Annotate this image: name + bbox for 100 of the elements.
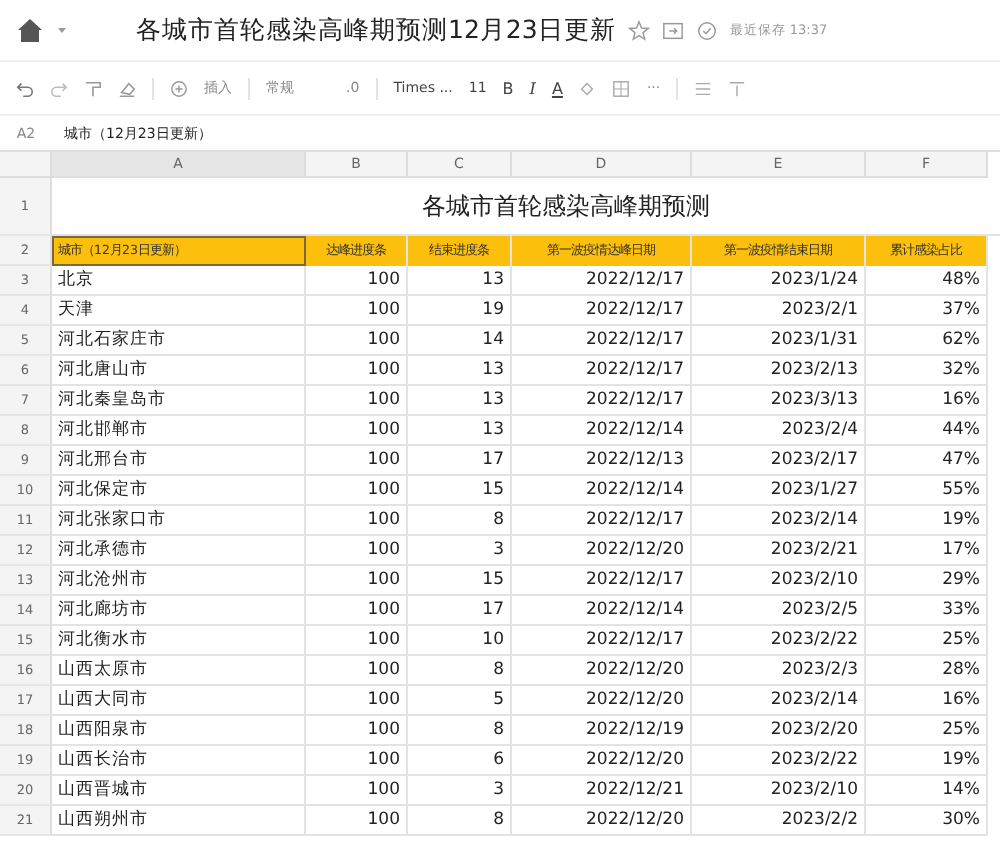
table-cell: 2023/2/14 xyxy=(692,686,866,716)
table-cell: 2022/12/17 xyxy=(512,296,692,326)
table-cell: 17 xyxy=(408,446,512,476)
move-icon[interactable] xyxy=(661,19,684,41)
table-cell: 15 xyxy=(408,566,512,596)
table-cell: 2023/2/14 xyxy=(692,506,866,536)
table-cell: 15 xyxy=(408,476,512,506)
vertical-align-icon[interactable] xyxy=(728,79,747,97)
table-cell: 2023/1/24 xyxy=(692,266,866,296)
home-icon[interactable] xyxy=(16,16,44,44)
caret-icon[interactable] xyxy=(56,24,68,36)
table-cell: 100 xyxy=(306,416,408,446)
table-cell: 2022/12/17 xyxy=(512,506,692,536)
table-cell: 2022/12/14 xyxy=(512,476,692,506)
table-cell: 2022/12/17 xyxy=(512,356,692,386)
table-cell: 河北唐山市 xyxy=(52,356,306,386)
table-cell: 10 xyxy=(408,626,512,656)
table-cell: 2023/2/13 xyxy=(692,356,866,386)
table-cell: 北京 xyxy=(52,266,306,296)
format-painter-icon[interactable] xyxy=(84,79,102,97)
italic-button[interactable]: I xyxy=(529,79,536,97)
table-cell: 2023/2/17 xyxy=(692,446,866,476)
table-cell: 2023/2/4 xyxy=(692,416,866,446)
table-cell: 山西朔州市 xyxy=(52,806,306,836)
saved-check-icon xyxy=(695,19,718,41)
table-cell: 100 xyxy=(306,746,408,776)
table-cell: 2022/12/20 xyxy=(512,806,692,836)
table-cell: 100 xyxy=(306,446,408,476)
table-cell: 2023/3/13 xyxy=(692,386,866,416)
table-cell: 2022/12/17 xyxy=(512,326,692,356)
table-cell: 2022/12/17 xyxy=(512,386,692,416)
table-cell: 河北秦皇岛市 xyxy=(52,386,306,416)
add-icon[interactable] xyxy=(170,79,188,97)
table-cell: 河北廊坊市 xyxy=(52,596,306,626)
bold-button[interactable]: B xyxy=(502,79,514,97)
table-cell: 13 xyxy=(408,356,512,386)
table-cell: 山西长治市 xyxy=(52,746,306,776)
table-cell: 6 xyxy=(408,746,512,776)
table-cell: 2022/12/17 xyxy=(512,626,692,656)
table-cell: 2022/12/17 xyxy=(512,566,692,596)
table-cell: 13 xyxy=(408,386,512,416)
table-cell: 100 xyxy=(306,476,408,506)
table-cell: 100 xyxy=(306,596,408,626)
star-icon[interactable] xyxy=(627,19,650,41)
fill-color-icon[interactable] xyxy=(578,79,597,97)
table-cell: 2023/2/1 xyxy=(692,296,866,326)
table-cell: 2022/12/14 xyxy=(512,416,692,446)
undo-icon[interactable] xyxy=(16,79,34,97)
table-cell: 2022/12/20 xyxy=(512,686,692,716)
table-cell: 100 xyxy=(306,506,408,536)
eraser-icon[interactable] xyxy=(118,79,136,97)
table-cell: 河北承德市 xyxy=(52,536,306,566)
table-cell: 山西阳泉市 xyxy=(52,716,306,746)
table-cell: 山西晋城市 xyxy=(52,776,306,806)
table-cell: 2022/12/21 xyxy=(512,776,692,806)
table-cell: 17 xyxy=(408,596,512,626)
table-cell: 3 xyxy=(408,536,512,566)
table-cell: 2023/2/2 xyxy=(692,806,866,836)
table-cell: 8 xyxy=(408,656,512,686)
table-cell: 100 xyxy=(306,806,408,836)
table-cell: 河北沧州市 xyxy=(52,566,306,596)
font-color-button[interactable]: A xyxy=(551,79,563,97)
table-cell: 100 xyxy=(306,716,408,746)
table-cell: 2023/2/20 xyxy=(692,716,866,746)
align-icon[interactable] xyxy=(694,79,713,97)
table-cell: 河北张家口市 xyxy=(52,506,306,536)
table-cell: 100 xyxy=(306,386,408,416)
table-cell: 100 xyxy=(306,326,408,356)
table-cell: 2023/2/22 xyxy=(692,626,866,656)
table-cell: 100 xyxy=(306,356,408,386)
redo-icon[interactable] xyxy=(50,79,68,97)
table-cell: 2022/12/20 xyxy=(512,536,692,566)
table-cell: 2023/1/31 xyxy=(692,326,866,356)
table-cell: 2022/12/20 xyxy=(512,746,692,776)
table-cell: 河北石家庄市 xyxy=(52,326,306,356)
table-cell: 100 xyxy=(306,656,408,686)
table-cell: 100 xyxy=(306,536,408,566)
table-cell: 2023/2/10 xyxy=(692,776,866,806)
table-cell: 100 xyxy=(306,626,408,656)
table-cell: 天津 xyxy=(52,296,306,326)
table-cell: 2023/2/22 xyxy=(692,746,866,776)
table-cell: 2023/2/21 xyxy=(692,536,866,566)
table-cell: 8 xyxy=(408,806,512,836)
table-cell: 19 xyxy=(408,296,512,326)
borders-icon[interactable] xyxy=(612,79,631,97)
table-cell: 5 xyxy=(408,686,512,716)
table-cell: 2023/2/10 xyxy=(692,566,866,596)
table-cell: 13 xyxy=(408,416,512,446)
document-title: 各城市首轮感染高峰期预测12月23日更新 xyxy=(136,13,616,47)
table-cell: 河北保定市 xyxy=(52,476,306,506)
table-cell: 8 xyxy=(408,506,512,536)
table-cell: 2023/2/3 xyxy=(692,656,866,686)
table-cell: 2023/1/27 xyxy=(692,476,866,506)
table-cell: 14 xyxy=(408,326,512,356)
table-cell: 2022/12/14 xyxy=(512,596,692,626)
table-cell: 100 xyxy=(306,266,408,296)
table-cell: 100 xyxy=(306,566,408,596)
table-cell: 山西大同市 xyxy=(52,686,306,716)
table-cell: 100 xyxy=(306,296,408,326)
table-cell: 河北衡水市 xyxy=(52,626,306,656)
